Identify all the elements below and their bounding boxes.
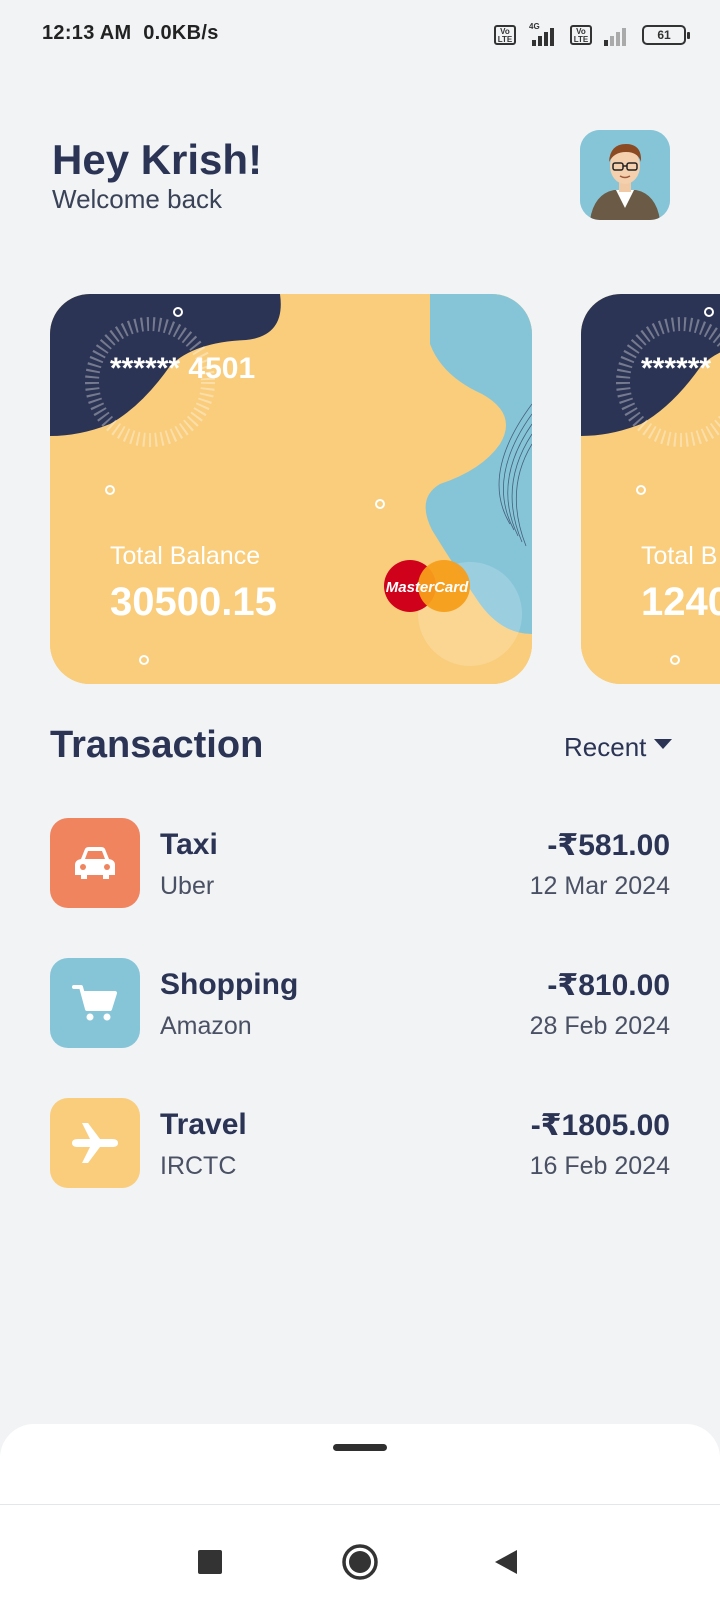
back-button[interactable] xyxy=(476,1532,536,1592)
transaction-title: Travel xyxy=(160,1108,247,1141)
cards-carousel[interactable]: ****** 4501 Total Balance 30500.15 Maste… xyxy=(0,294,720,684)
volte-icon-2: Vo LTE xyxy=(570,25,592,45)
status-time: 12:13 AM 0.0KB/s xyxy=(42,22,219,45)
avatar[interactable] xyxy=(580,130,670,220)
balance-label-2: Total B xyxy=(641,542,718,570)
status-bar: 12:13 AM 0.0KB/s Vo LTE 4G Vo LTE 61 xyxy=(0,0,720,70)
transaction-amount: -₹581.00 xyxy=(547,829,670,862)
volte-icon: Vo LTE xyxy=(494,25,516,45)
user-avatar-icon xyxy=(580,130,670,220)
transaction-amount: -₹810.00 xyxy=(547,969,670,1002)
car-icon xyxy=(50,818,140,908)
drag-handle[interactable] xyxy=(333,1444,387,1451)
circle-icon xyxy=(342,1544,378,1580)
card-number: ****** 4501 xyxy=(110,352,256,385)
welcome-subtitle: Welcome back xyxy=(52,184,223,214)
signal-4g-icon: 4G xyxy=(529,22,554,46)
svg-text:MasterCard: MasterCard xyxy=(386,579,469,596)
home-button[interactable] xyxy=(330,1532,390,1592)
bottom-sheet[interactable] xyxy=(0,1424,720,1600)
transaction-merchant: IRCTC xyxy=(160,1152,237,1180)
transaction-row[interactable]: Shopping Amazon -₹810.00 28 Feb 2024 xyxy=(50,958,670,1048)
bank-card[interactable]: ****** 4501 Total Balance 30500.15 Maste… xyxy=(50,294,532,684)
greeting-title: Hey Krish! xyxy=(52,136,263,183)
transaction-merchant: Uber xyxy=(160,872,215,900)
caret-down-icon xyxy=(654,738,673,749)
filter-label: Recent xyxy=(564,732,647,762)
transaction-date: 16 Feb 2024 xyxy=(529,1152,670,1180)
square-icon xyxy=(198,1550,222,1574)
balance-label: Total Balance xyxy=(110,542,261,570)
battery-icon: 61 xyxy=(642,25,690,45)
cart-icon xyxy=(50,958,140,1048)
transaction-row[interactable]: Taxi Uber -₹581.00 12 Mar 2024 xyxy=(50,818,670,908)
transaction-date: 28 Feb 2024 xyxy=(529,1012,670,1040)
airplane-icon xyxy=(50,1098,140,1188)
divider xyxy=(0,1504,720,1505)
bank-card-2[interactable]: ****** Total B 1240 xyxy=(581,294,720,684)
transaction-title: Taxi xyxy=(160,828,218,861)
transaction-title: Transaction xyxy=(50,724,264,766)
signal-icon xyxy=(604,28,626,46)
recents-button[interactable] xyxy=(180,1532,240,1592)
transaction-row[interactable]: Travel IRCTC -₹1805.00 16 Feb 2024 xyxy=(50,1098,670,1188)
transaction-amount: -₹1805.00 xyxy=(530,1109,670,1142)
balance-value: 30500.15 xyxy=(110,580,277,624)
card-number-2: ****** xyxy=(641,352,712,385)
balance-value-2: 1240 xyxy=(641,580,720,624)
recent-filter-dropdown[interactable]: Recent xyxy=(564,732,673,763)
transaction-title: Shopping xyxy=(160,968,299,1001)
network-speed: 0.0KB/s xyxy=(143,22,219,44)
svg-text:4G: 4G xyxy=(529,22,540,31)
triangle-back-icon xyxy=(495,1550,517,1574)
transaction-date: 12 Mar 2024 xyxy=(529,872,670,900)
clock: 12:13 AM xyxy=(42,22,132,44)
status-icons: Vo LTE 4G Vo LTE 61 xyxy=(494,22,690,48)
transaction-merchant: Amazon xyxy=(160,1012,252,1040)
mastercard-logo-icon: MasterCard xyxy=(384,560,470,612)
